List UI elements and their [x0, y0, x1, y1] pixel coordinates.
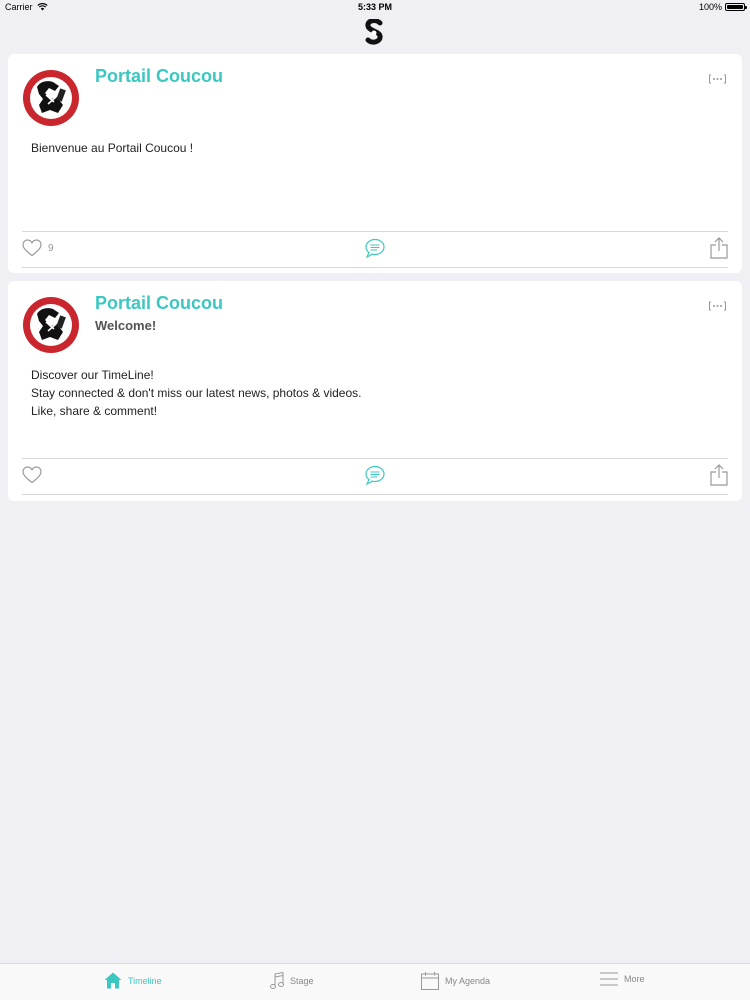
- tab-more[interactable]: More: [600, 972, 645, 986]
- author-avatar[interactable]: [22, 69, 80, 127]
- heart-icon: [22, 466, 42, 484]
- post-author[interactable]: Portail Coucou: [95, 66, 223, 87]
- tab-label: Timeline: [128, 975, 162, 986]
- post-body-line: Bienvenue au Portail Coucou !: [31, 141, 194, 155]
- share-icon[interactable]: [710, 237, 728, 259]
- calendar-icon: [421, 972, 439, 990]
- post-body-line: Discover our TimeLine!: [31, 368, 154, 382]
- divider: [22, 494, 728, 495]
- divider: [22, 458, 728, 459]
- more-options-icon[interactable]: [709, 74, 726, 84]
- clock: 5:33 PM: [357, 2, 392, 12]
- post-body: Discover our TimeLine! Stay connected & …: [31, 366, 361, 420]
- timeline-post: Portail Coucou Bienvenue au Portail Couc…: [8, 54, 742, 273]
- post-author[interactable]: Portail Coucou: [95, 293, 223, 314]
- comment-icon[interactable]: [364, 465, 386, 485]
- author-avatar[interactable]: [22, 296, 80, 354]
- post-body-line: Stay connected & don't miss our latest n…: [31, 386, 362, 400]
- tab-my-agenda[interactable]: My Agenda: [421, 972, 490, 990]
- post-body: Bienvenue au Portail Coucou !: [31, 139, 193, 157]
- battery-percentage: 100%: [698, 2, 722, 12]
- menu-icon: [600, 972, 618, 986]
- tab-bar: Timeline Stage My Agenda More: [0, 963, 750, 1000]
- app-logo[interactable]: [364, 19, 386, 45]
- timeline-post: Portail Coucou Welcome! Discover our Tim…: [8, 281, 742, 501]
- status-bar: Carrier 5:33 PM 100%: [0, 0, 750, 16]
- like-button[interactable]: [22, 466, 48, 484]
- navigation-bar: [0, 16, 750, 48]
- home-icon: [104, 972, 122, 989]
- battery-icon: [725, 3, 747, 11]
- post-body-line: Like, share & comment!: [31, 404, 158, 418]
- heart-icon: [22, 239, 42, 257]
- more-options-icon[interactable]: [709, 301, 726, 311]
- tab-label: Stage: [290, 976, 314, 986]
- tab-label: My Agenda: [445, 976, 491, 986]
- post-title: Welcome!: [95, 318, 157, 333]
- comment-icon[interactable]: [364, 238, 386, 258]
- tab-timeline[interactable]: Timeline: [104, 972, 162, 989]
- like-count: 9: [48, 242, 54, 254]
- divider: [22, 267, 728, 268]
- share-icon[interactable]: [710, 464, 728, 486]
- music-note-icon: [270, 972, 284, 989]
- battery-group: 100%: [698, 2, 747, 12]
- like-button[interactable]: 9: [22, 239, 54, 257]
- tab-stage[interactable]: Stage: [270, 972, 314, 990]
- divider: [22, 231, 728, 232]
- tab-label: More: [624, 974, 645, 984]
